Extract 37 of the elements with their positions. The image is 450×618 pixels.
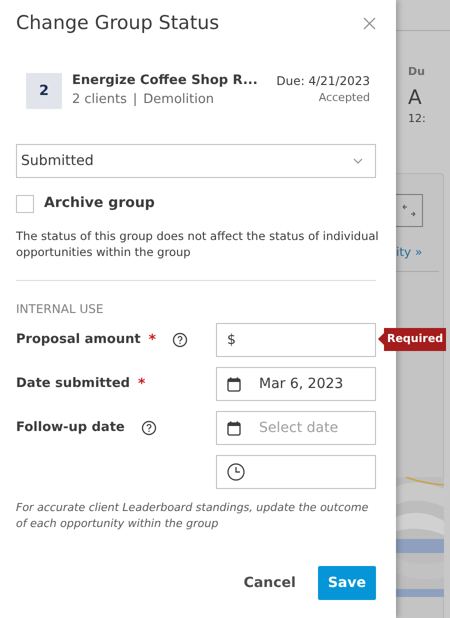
background-value: A [408, 84, 422, 108]
swap-icon [402, 204, 416, 218]
cancel-button[interactable]: Cancel [236, 566, 304, 600]
time-field[interactable] [216, 455, 376, 489]
close-button[interactable] [361, 15, 377, 31]
client-count: 2 clients [72, 91, 127, 109]
dialog-title: Change Group Status [16, 10, 220, 36]
field-label: Date submitted [16, 375, 130, 394]
calendar-icon [227, 420, 241, 436]
required-tooltip: Required [378, 328, 446, 350]
due-label: Du [408, 64, 425, 80]
help-icon[interactable] [172, 332, 188, 348]
chevron-down-icon [353, 158, 363, 164]
background-time: 12: [408, 110, 426, 126]
date-field[interactable]: Mar 6, 2023 [216, 367, 376, 401]
group-name: Energize Coffee Shop R... [72, 72, 259, 90]
clock-icon [227, 463, 245, 481]
separator-text: | [132, 91, 138, 109]
due-date: Due: 4/21/2023 [276, 73, 370, 90]
field-label: Follow-up date [16, 419, 125, 438]
swap-button[interactable] [396, 194, 423, 227]
help-icon[interactable] [140, 420, 157, 436]
amount-field[interactable]: $ [216, 323, 376, 357]
required-mark: * [138, 374, 146, 394]
footer-note: For accurate client Leaderboard standings, update the outcome of each opportunity within the group [16, 500, 370, 532]
section-title: INTERNAL USE [16, 301, 104, 318]
calendar-icon [227, 376, 241, 392]
field-label: Proposal amount [16, 331, 141, 350]
archive-checkbox[interactable] [16, 194, 34, 212]
required-mark: * [148, 330, 156, 350]
close-icon [362, 16, 376, 30]
trade-text: Demolition [143, 91, 214, 109]
status-select[interactable]: Submitted [16, 144, 376, 178]
group-status: Accepted [318, 90, 370, 106]
archive-label: Archive group [44, 194, 155, 213]
group-count-badge: 2 [26, 73, 62, 109]
status-note: The status of this group does not affect the status of individual opportunities within the group [16, 228, 380, 260]
